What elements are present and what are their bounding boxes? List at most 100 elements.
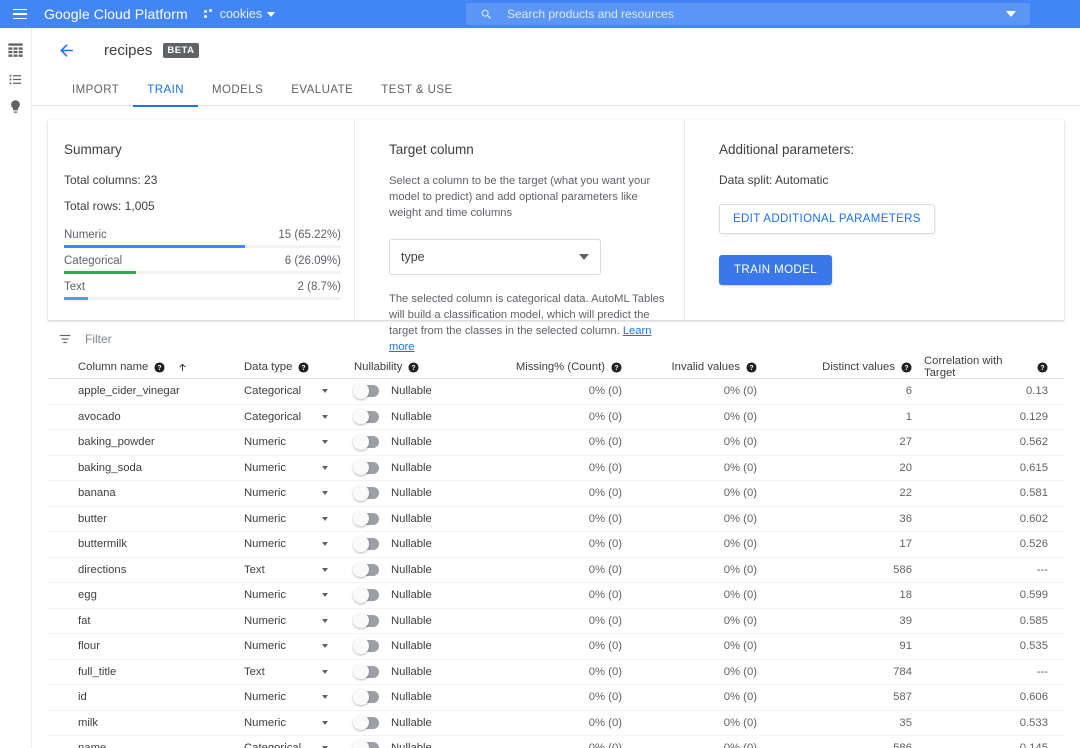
cell-data-type[interactable]: Categorical — [244, 411, 354, 423]
data-type-select[interactable]: Numeric — [244, 717, 340, 729]
cell-data-type[interactable]: Numeric — [244, 436, 354, 448]
nullable-toggle[interactable] — [354, 385, 379, 397]
cell-nullability[interactable]: Nullable — [354, 615, 489, 627]
help-circle-icon[interactable]: ? — [746, 362, 757, 373]
data-type-select[interactable]: Categorical — [244, 385, 340, 397]
project-selector[interactable]: cookies — [204, 7, 275, 21]
table-row[interactable]: butterNumericNullable0% (0)0% (0)360.602 — [48, 507, 1064, 533]
table-row[interactable]: eggNumericNullable0% (0)0% (0)180.599 — [48, 583, 1064, 609]
help-circle-icon[interactable]: ? — [1037, 362, 1048, 373]
table-row[interactable]: flourNumericNullable0% (0)0% (0)910.535 — [48, 634, 1064, 660]
help-circle-icon[interactable]: ? — [298, 362, 309, 373]
nullable-toggle[interactable] — [354, 666, 379, 678]
cell-nullability[interactable]: Nullable — [354, 666, 489, 678]
cell-data-type[interactable]: Numeric — [244, 640, 354, 652]
hamburger-menu-icon[interactable] — [6, 0, 34, 28]
data-type-select[interactable]: Categorical — [244, 411, 340, 423]
cell-data-type[interactable]: Numeric — [244, 717, 354, 729]
cell-data-type[interactable]: Numeric — [244, 538, 354, 550]
table-row[interactable]: baking_powderNumericNullable0% (0)0% (0)… — [48, 430, 1064, 456]
nullable-toggle[interactable] — [354, 411, 379, 423]
cell-data-type[interactable]: Numeric — [244, 615, 354, 627]
cell-data-type[interactable]: Categorical — [244, 385, 354, 397]
column-header-nullability[interactable]: Nullability ? — [354, 361, 489, 373]
table-row[interactable]: buttermilkNumericNullable0% (0)0% (0)170… — [48, 532, 1064, 558]
column-header-column-name[interactable]: Column name ? — [48, 361, 244, 373]
nullable-toggle[interactable] — [354, 487, 379, 499]
column-header-data-type[interactable]: Data type ? — [244, 361, 354, 373]
target-column-select[interactable]: type — [389, 239, 601, 275]
cell-data-type[interactable]: Text — [244, 666, 354, 678]
cell-nullability[interactable]: Nullable — [354, 462, 489, 474]
nullable-toggle[interactable] — [354, 538, 379, 550]
cell-data-type[interactable]: Numeric — [244, 487, 354, 499]
tab-evaluate[interactable]: EVALUATE — [277, 73, 367, 107]
list-icon[interactable] — [8, 72, 23, 87]
column-header-missing-percent[interactable]: Missing% (Count) ? — [489, 361, 634, 373]
nullable-toggle[interactable] — [354, 436, 379, 448]
data-type-select[interactable]: Numeric — [244, 589, 340, 601]
cell-nullability[interactable]: Nullable — [354, 717, 489, 729]
cell-data-type[interactable]: Categorical — [244, 742, 354, 748]
filter-icon[interactable] — [58, 332, 72, 346]
cell-nullability[interactable]: Nullable — [354, 742, 489, 748]
table-row[interactable]: apple_cider_vinegarCategoricalNullable0%… — [48, 379, 1064, 405]
cell-data-type[interactable]: Numeric — [244, 691, 354, 703]
tab-import[interactable]: IMPORT — [58, 73, 133, 107]
search-expand-chevron-down-icon[interactable] — [1006, 11, 1016, 17]
help-circle-icon[interactable]: ? — [901, 362, 912, 373]
table-row[interactable]: avocadoCategoricalNullable0% (0)0% (0)10… — [48, 405, 1064, 431]
help-circle-icon[interactable]: ? — [408, 362, 419, 373]
table-row[interactable]: idNumericNullable0% (0)0% (0)5870.606 — [48, 685, 1064, 711]
help-circle-icon[interactable]: ? — [611, 362, 622, 373]
help-circle-icon[interactable]: ? — [154, 362, 165, 373]
data-type-select[interactable]: Text — [244, 666, 340, 678]
cell-nullability[interactable]: Nullable — [354, 513, 489, 525]
cell-nullability[interactable]: Nullable — [354, 411, 489, 423]
data-type-select[interactable]: Numeric — [244, 615, 340, 627]
tables-icon[interactable] — [6, 41, 25, 60]
data-type-select[interactable]: Numeric — [244, 436, 340, 448]
data-type-select[interactable]: Numeric — [244, 538, 340, 550]
nullable-toggle[interactable] — [354, 513, 379, 525]
table-row[interactable]: directionsTextNullable0% (0)0% (0)586--- — [48, 558, 1064, 584]
table-row[interactable]: bananaNumericNullable0% (0)0% (0)220.581 — [48, 481, 1064, 507]
cell-data-type[interactable]: Text — [244, 564, 354, 576]
table-row[interactable]: milkNumericNullable0% (0)0% (0)350.533 — [48, 711, 1064, 737]
search-input[interactable]: Search products and resources — [507, 7, 674, 21]
cell-nullability[interactable]: Nullable — [354, 487, 489, 499]
table-row[interactable]: fatNumericNullable0% (0)0% (0)390.585 — [48, 609, 1064, 635]
data-type-select[interactable]: Numeric — [244, 691, 340, 703]
cell-nullability[interactable]: Nullable — [354, 640, 489, 652]
table-row[interactable]: baking_sodaNumericNullable0% (0)0% (0)20… — [48, 456, 1064, 482]
nullable-toggle[interactable] — [354, 640, 379, 652]
cell-nullability[interactable]: Nullable — [354, 385, 489, 397]
column-header-invalid-values[interactable]: Invalid values ? — [634, 361, 769, 373]
back-arrow-icon[interactable] — [57, 41, 76, 60]
cell-data-type[interactable]: Numeric — [244, 513, 354, 525]
data-type-select[interactable]: Categorical — [244, 742, 340, 748]
column-header-distinct-values[interactable]: Distinct values ? — [769, 361, 924, 373]
data-type-select[interactable]: Numeric — [244, 640, 340, 652]
filter-input[interactable]: Filter — [85, 332, 112, 346]
tab-test-use[interactable]: TEST & USE — [367, 73, 466, 107]
cell-data-type[interactable]: Numeric — [244, 589, 354, 601]
data-type-select[interactable]: Numeric — [244, 487, 340, 499]
nullable-toggle[interactable] — [354, 742, 379, 748]
cell-nullability[interactable]: Nullable — [354, 436, 489, 448]
column-header-correlation-with-target[interactable]: Correlation with Target ? — [924, 356, 1064, 379]
cell-nullability[interactable]: Nullable — [354, 564, 489, 576]
data-type-select[interactable]: Numeric — [244, 513, 340, 525]
global-search-bar[interactable]: Search products and resources — [466, 3, 1030, 25]
cell-data-type[interactable]: Numeric — [244, 462, 354, 474]
nullable-toggle[interactable] — [354, 691, 379, 703]
lightbulb-icon[interactable] — [8, 99, 23, 114]
nullable-toggle[interactable] — [354, 615, 379, 627]
data-type-select[interactable]: Text — [244, 564, 340, 576]
nullable-toggle[interactable] — [354, 564, 379, 576]
data-type-select[interactable]: Numeric — [244, 462, 340, 474]
nullable-toggle[interactable] — [354, 589, 379, 601]
sort-ascending-arrow-icon[interactable] — [177, 362, 188, 373]
nullable-toggle[interactable] — [354, 717, 379, 729]
tab-train[interactable]: TRAIN — [133, 73, 198, 107]
